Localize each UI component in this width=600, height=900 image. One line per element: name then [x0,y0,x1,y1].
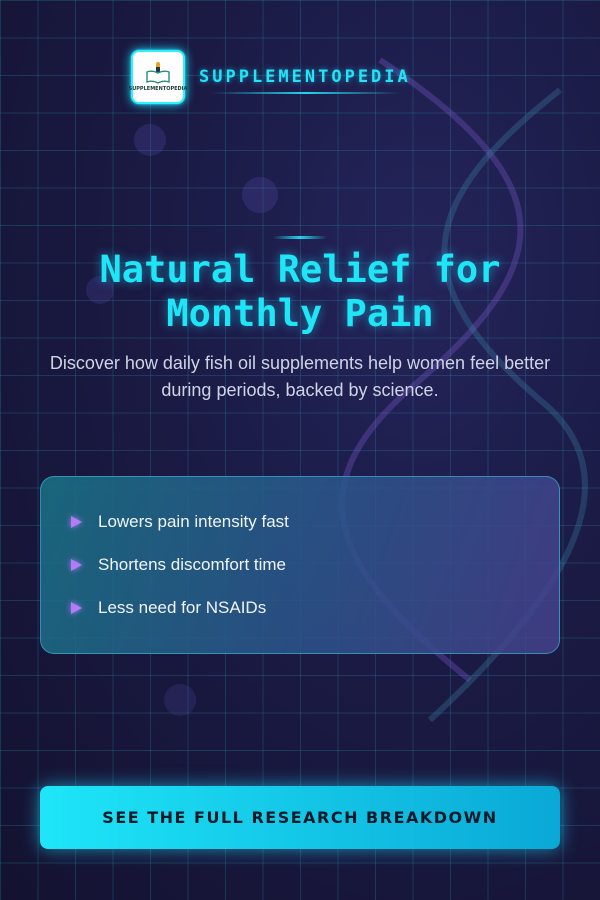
benefit-label: Less need for NSAIDs [98,598,267,617]
benefit-item: Shortens discomfort time [71,555,286,575]
page-subtitle: Discover how daily fish oil supplements … [49,353,551,400]
triangle-bullet-icon [71,602,82,614]
brand-header: SUPPLEMENTOPEDIA SUPPLEMENTOPEDIA [128,50,411,104]
dna-helix-illustration [86,57,588,723]
benefit-item: Less need for NSAIDs [71,598,266,618]
title-accent-line [273,236,327,239]
benefit-label: Lowers pain intensity fast [98,512,289,531]
benefits-card: Lowers pain intensity fast Shortens disc… [40,476,560,654]
book-microscope-icon [146,62,170,84]
page: SUPPLEMENTOPEDIA SUPPLEMENTOPEDIA Natura… [0,0,600,900]
title-line-2: Monthly Pain [166,292,434,335]
brand-name: SUPPLEMENTOPEDIA [199,67,411,94]
triangle-bullet-icon [71,516,82,528]
logo-text: SUPPLEMENTOPEDIA [128,86,188,92]
brand-logo[interactable]: SUPPLEMENTOPEDIA [128,50,188,104]
title-line-1: Natural Relief for [99,248,501,291]
benefit-item: Lowers pain intensity fast [71,512,289,532]
triangle-bullet-icon [71,559,82,571]
benefit-label: Shortens discomfort time [98,555,287,574]
page-title: Natural Relief for Monthly Pain [0,248,600,336]
research-breakdown-button[interactable]: SEE THE FULL RESEARCH BREAKDOWN [40,786,560,849]
